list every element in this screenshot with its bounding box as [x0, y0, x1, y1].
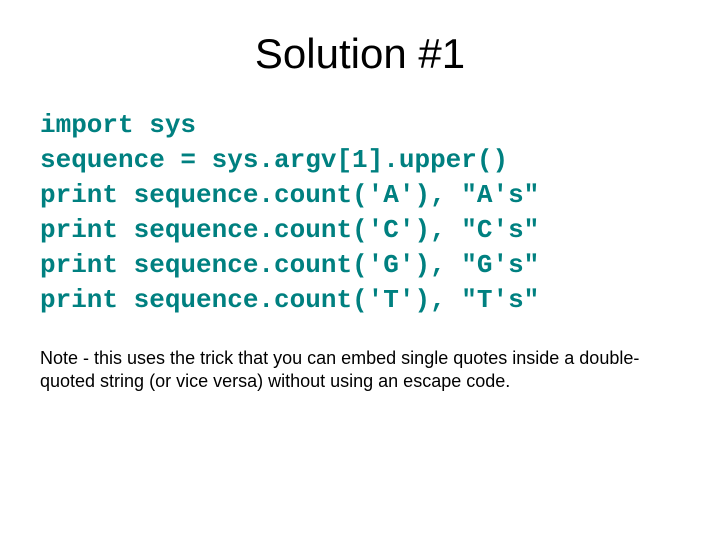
code-line-1: import sys [40, 110, 196, 140]
code-line-4: print sequence.count('C'), "C's" [40, 215, 539, 245]
code-block: import sys sequence = sys.argv[1].upper(… [40, 108, 680, 319]
code-line-3: print sequence.count('A'), "A's" [40, 180, 539, 210]
code-line-2: sequence = sys.argv[1].upper() [40, 145, 508, 175]
slide-title: Solution #1 [40, 30, 680, 78]
footer-note: Note - this uses the trick that you can … [40, 347, 680, 394]
code-line-5: print sequence.count('G'), "G's" [40, 250, 539, 280]
code-line-6: print sequence.count('T'), "T's" [40, 285, 539, 315]
slide: Solution #1 import sys sequence = sys.ar… [0, 0, 720, 540]
